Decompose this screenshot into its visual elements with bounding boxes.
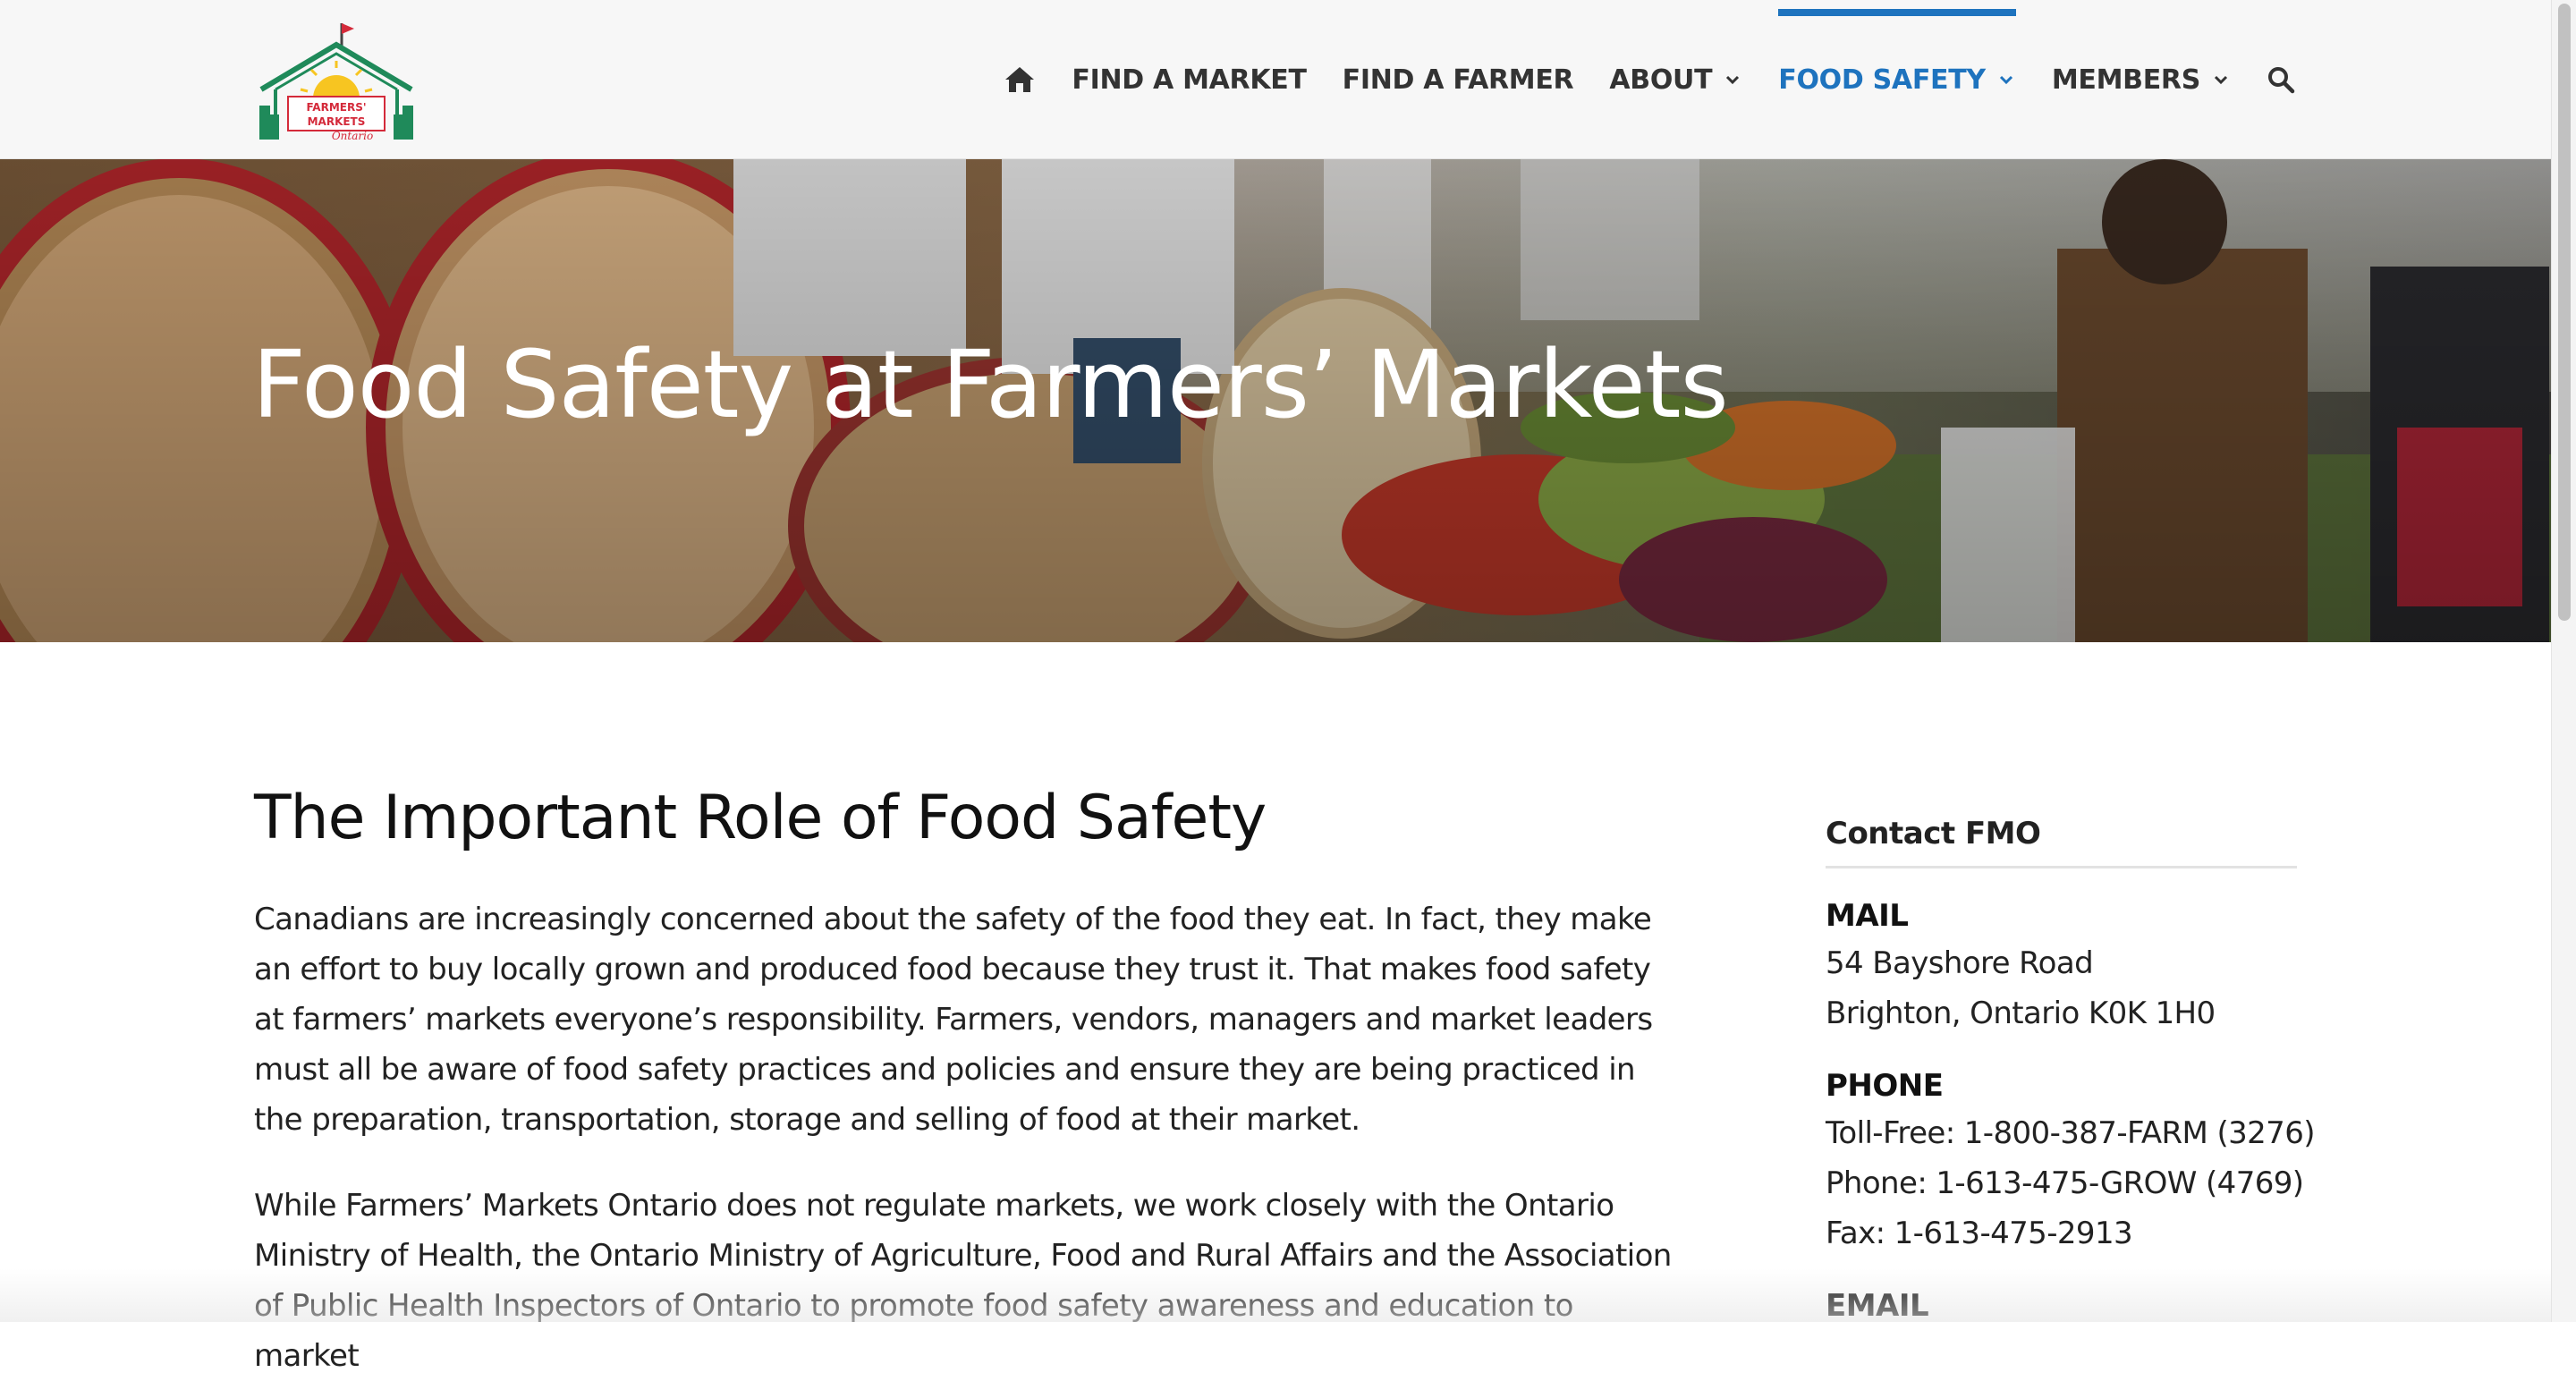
- phone-toll-free[interactable]: Toll-Free: 1-800-387-FARM (3276): [1826, 1108, 2297, 1158]
- home-icon: [1004, 65, 1036, 94]
- mail-label: MAIL: [1826, 894, 2297, 938]
- farmers-markets-logo-icon: FARMERS' MARKETS Ontario: [254, 21, 419, 143]
- page-scrollbar[interactable]: [2551, 0, 2576, 1322]
- site-logo[interactable]: FARMERS' MARKETS Ontario: [254, 21, 419, 143]
- phone-fax: Fax: 1-613-475-2913: [1826, 1208, 2297, 1258]
- nav-food-safety[interactable]: FOOD SAFETY: [1778, 0, 2016, 159]
- mail-address-line: Brighton, Ontario K0K 1H0: [1826, 988, 2297, 1038]
- phone-label: PHONE: [1826, 1063, 2297, 1108]
- phone-main[interactable]: Phone: 1-613-475-GROW (4769): [1826, 1158, 2297, 1208]
- svg-text:Ontario: Ontario: [332, 130, 373, 142]
- site-header: FARMERS' MARKETS Ontario FIND A MARKET F…: [0, 0, 2551, 159]
- svg-text:MARKETS: MARKETS: [308, 115, 366, 128]
- nav-members[interactable]: MEMBERS: [2052, 0, 2231, 159]
- search-icon: [2267, 65, 2295, 94]
- chevron-down-icon: [1723, 70, 1742, 89]
- chevron-down-icon: [2211, 70, 2231, 89]
- nav-about-label: ABOUT: [1609, 64, 1712, 96]
- hero-banner: Food Safety at Farmers’ Markets: [0, 159, 2551, 642]
- nav-search[interactable]: [2267, 0, 2295, 159]
- mail-address-line: 54 Bayshore Road: [1826, 938, 2297, 988]
- nav-home[interactable]: [1004, 0, 1036, 159]
- chevron-down-icon: [1996, 70, 2016, 89]
- nav-members-label: MEMBERS: [2052, 64, 2200, 96]
- paragraph-intro: Canadians are increasingly concerned abo…: [254, 894, 1676, 1145]
- nav-find-farmer[interactable]: FIND A FARMER: [1343, 0, 1574, 159]
- nav-find-farmer-label: FIND A FARMER: [1343, 64, 1574, 96]
- paragraph-regulation: While Farmers’ Markets Ontario does not …: [254, 1181, 1676, 1381]
- scrollbar-thumb[interactable]: [2558, 4, 2571, 621]
- section-title: The Important Role of Food Safety: [254, 782, 1676, 855]
- nav-find-market[interactable]: FIND A MARKET: [1072, 0, 1306, 159]
- main-content: The Important Role of Food Safety Canadi…: [254, 782, 1676, 1381]
- hero-title: Food Safety at Farmers’ Markets: [252, 338, 1728, 431]
- nav-find-market-label: FIND A MARKET: [1072, 64, 1306, 96]
- contact-sidebar: Contact FMO MAIL 54 Bayshore Road Bright…: [1826, 816, 2297, 1328]
- nav-food-safety-label: FOOD SAFETY: [1778, 64, 1986, 96]
- nav-about[interactable]: ABOUT: [1609, 0, 1742, 159]
- main-nav: FIND A MARKET FIND A FARMER ABOUT FOOD S…: [1004, 0, 2295, 159]
- sidebar-title: Contact FMO: [1826, 816, 2297, 868]
- svg-text:FARMERS': FARMERS': [306, 101, 366, 114]
